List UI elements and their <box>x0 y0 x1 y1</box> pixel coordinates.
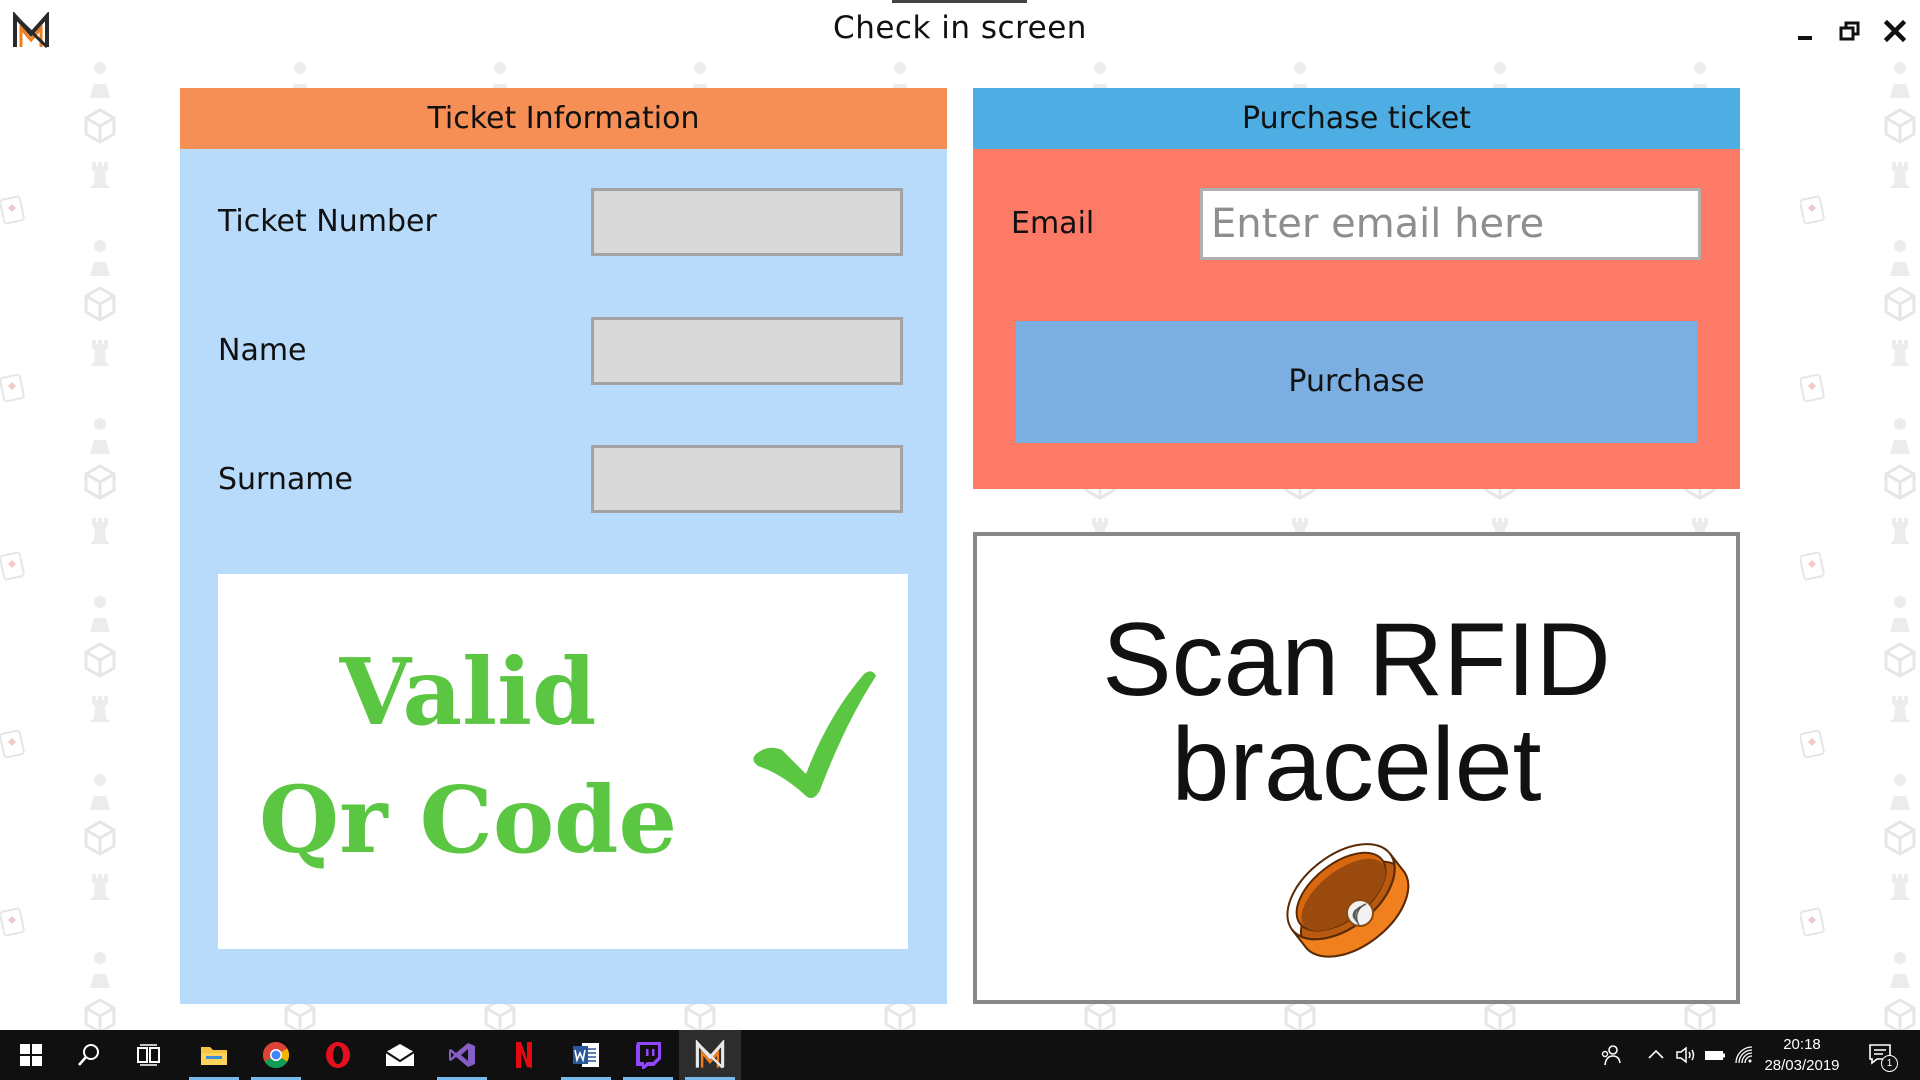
ticket-number-label: Ticket Number <box>218 204 437 239</box>
taskbar-netflix[interactable] <box>493 1030 555 1080</box>
surname-label: Surname <box>218 462 353 497</box>
qr-status-box: Valid Qr Code <box>218 574 908 949</box>
minimize-button[interactable] <box>1791 17 1819 45</box>
purchase-button[interactable]: Purchase <box>1016 321 1697 443</box>
search-icon <box>78 1044 99 1066</box>
rfid-bracelet-icon <box>1286 843 1410 958</box>
visual-studio-icon <box>449 1043 475 1067</box>
rfid-instruction: Scan RFID bracelet <box>977 608 1736 818</box>
taskbar-mail[interactable] <box>369 1030 431 1080</box>
title-accent-bar <box>892 0 1027 3</box>
rfid-scan-box: Scan RFID bracelet <box>973 532 1740 1004</box>
qr-status-line1: Valid <box>339 638 597 746</box>
task-view-button[interactable] <box>118 1030 180 1080</box>
restore-icon <box>1839 21 1860 41</box>
wifi-icon[interactable] <box>1732 1043 1756 1067</box>
twitch-icon <box>636 1042 661 1069</box>
close-button[interactable] <box>1881 17 1909 45</box>
app-logo-icon <box>695 1040 725 1069</box>
taskbar: 20:18 28/03/2019 1 <box>0 1030 1920 1080</box>
taskbar-word[interactable] <box>555 1030 617 1080</box>
ticket-information-panel: Ticket Information Ticket Number Name Su… <box>180 88 947 1004</box>
title-bar: Check in screen <box>0 0 1920 60</box>
taskbar-file-explorer[interactable] <box>183 1030 245 1080</box>
battery-icon[interactable] <box>1703 1043 1727 1067</box>
netflix-icon <box>516 1042 532 1068</box>
window-title: Check in screen <box>833 10 1087 46</box>
app-window: Check in screen Ticket Information Ticke… <box>0 0 1920 1030</box>
search-button[interactable] <box>58 1030 120 1080</box>
windows-start-icon <box>20 1044 42 1066</box>
clock-time: 20:18 <box>1783 1036 1821 1053</box>
close-icon <box>1883 19 1907 43</box>
task-view-icon <box>137 1044 160 1066</box>
chrome-icon <box>262 1041 290 1069</box>
purchase-ticket-header: Purchase ticket <box>973 88 1740 149</box>
taskbar-chrome[interactable] <box>245 1030 307 1080</box>
taskbar-opera[interactable] <box>307 1030 369 1080</box>
surname-field[interactable] <box>591 445 903 513</box>
checkmark-icon <box>753 671 876 798</box>
qr-status-line2: Qr Code <box>258 766 678 874</box>
people-icon[interactable] <box>1599 1043 1623 1067</box>
minimize-icon <box>1798 36 1812 40</box>
word-icon <box>573 1043 599 1067</box>
mail-icon <box>385 1044 415 1066</box>
name-field[interactable] <box>591 317 903 385</box>
rfid-line2: bracelet <box>1171 707 1542 823</box>
taskbar-twitch[interactable] <box>617 1030 679 1080</box>
name-label: Name <box>218 333 307 368</box>
email-label: Email <box>1011 206 1095 241</box>
taskbar-visual-studio[interactable] <box>431 1030 493 1080</box>
purchase-ticket-panel: Purchase ticket Email Purchase <box>973 88 1740 489</box>
system-clock[interactable]: 20:18 28/03/2019 <box>1754 1034 1850 1076</box>
ticket-number-field[interactable] <box>591 188 903 256</box>
volume-icon[interactable] <box>1674 1043 1698 1067</box>
ticket-information-header: Ticket Information <box>180 88 947 149</box>
start-button[interactable] <box>0 1030 62 1080</box>
opera-icon <box>326 1042 350 1068</box>
email-input[interactable] <box>1200 188 1701 260</box>
restore-button[interactable] <box>1836 17 1864 45</box>
clock-date: 28/03/2019 <box>1764 1057 1840 1074</box>
notification-badge: 1 <box>1881 1055 1898 1072</box>
rfid-line1: Scan RFID <box>1102 602 1611 718</box>
chevron-up-icon[interactable] <box>1644 1043 1668 1067</box>
taskbar-check-in-app[interactable] <box>679 1030 741 1080</box>
file-explorer-icon <box>201 1047 227 1065</box>
